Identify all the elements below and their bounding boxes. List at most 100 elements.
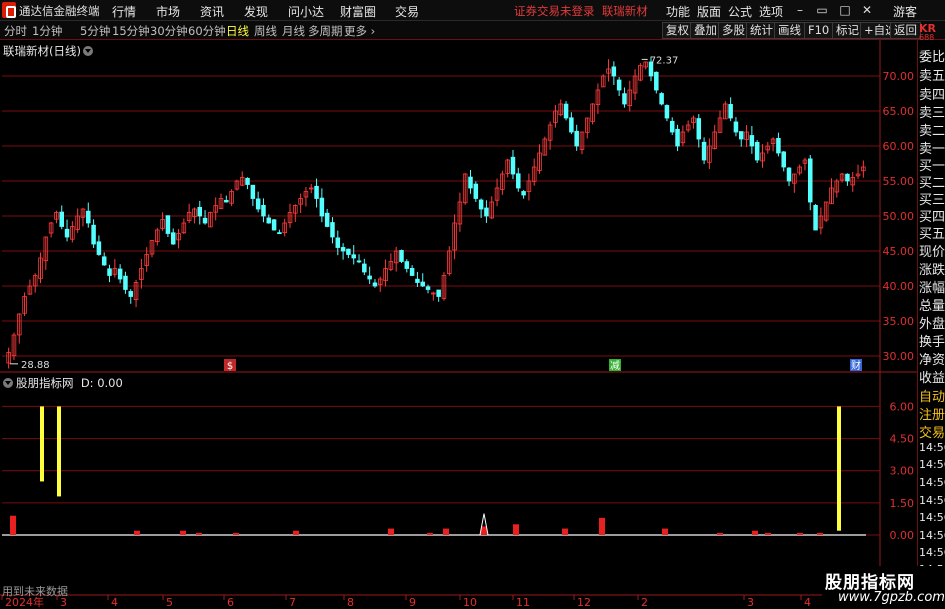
back-button[interactable]: 返回	[890, 22, 921, 39]
candle-body	[696, 118, 702, 140]
date-tick-label: 11	[516, 596, 530, 609]
candle-body	[372, 282, 378, 287]
candlestick-series	[6, 56, 866, 369]
quote-label: 净资	[919, 353, 945, 368]
price-tick-label: 70.00	[883, 70, 915, 83]
tick-time: 14:56	[919, 441, 945, 454]
candle-body	[170, 232, 176, 245]
candle-body	[420, 281, 425, 287]
candle-body	[754, 141, 760, 161]
indicator-red-bar	[388, 528, 394, 535]
period-1min[interactable]: 1分钟	[32, 23, 62, 39]
close-icon[interactable]: ✕	[860, 3, 874, 17]
date-tick-label: 6	[227, 596, 234, 609]
event-mark-text: 财	[851, 359, 861, 372]
menu-quotes[interactable]: 行情	[112, 3, 136, 20]
price-grid	[0, 40, 917, 596]
tick-time: 14:56	[919, 476, 945, 489]
period-15min[interactable]: 15分钟	[112, 23, 150, 39]
dropdown-icon	[3, 378, 13, 388]
period-more[interactable]: 更多 ›	[344, 23, 375, 39]
f10-button[interactable]: F10	[804, 22, 834, 39]
candle-body	[399, 250, 404, 262]
period-daily[interactable]: 日线	[226, 23, 249, 39]
maximize-icon[interactable]: □	[838, 3, 852, 17]
date-tick-label: 12	[577, 596, 591, 609]
period-60min[interactable]: 60分钟	[188, 23, 226, 39]
indicator-red-bar	[752, 530, 758, 535]
indicator-red-bar	[817, 532, 823, 535]
indicator-red-bar	[196, 532, 202, 535]
candle-body	[335, 237, 341, 248]
mark-button[interactable]: 标记	[832, 22, 863, 39]
date-tick-label: 5	[166, 596, 173, 609]
menu-market[interactable]: 市场	[156, 3, 180, 20]
menu-wealth[interactable]: 财富圈	[340, 3, 376, 20]
candle-body	[845, 173, 850, 182]
stock-period-label[interactable]: 联瑞新材(日线)	[3, 43, 93, 59]
candle-body	[409, 268, 415, 276]
dropdown-icon	[82, 46, 93, 56]
indicator-tick-label: 4.50	[890, 433, 915, 446]
candle-body	[473, 183, 479, 199]
tick-time: 14:56	[919, 511, 945, 524]
candle-body	[728, 104, 733, 119]
quote-label: 买五	[919, 227, 945, 242]
candle-body	[202, 217, 208, 224]
quote-label[interactable]: 自动	[919, 386, 945, 405]
date-tick-label: 10	[463, 596, 477, 609]
candle-body	[356, 260, 362, 263]
period-intraday[interactable]: 分时	[4, 23, 27, 39]
candle-body	[319, 197, 325, 217]
tick-time: 14:56	[919, 529, 945, 542]
candle-body	[749, 135, 755, 147]
overlay-button[interactable]: 叠加	[690, 22, 721, 39]
quote-label: 换手	[919, 335, 945, 350]
indicator-red-bar	[134, 530, 140, 535]
period-weekly[interactable]: 周线	[254, 23, 277, 39]
restore-rights-button[interactable]: 复权	[662, 22, 693, 39]
menu-ask[interactable]: 问小达	[288, 3, 324, 20]
indicator-red-bar	[481, 526, 487, 535]
period-monthly[interactable]: 月线	[282, 23, 305, 39]
kline-chart[interactable]: 70.0065.0060.0055.0050.0045.0040.0035.00…	[0, 40, 945, 609]
candle-body	[510, 156, 516, 175]
event-mark-text: $	[227, 361, 233, 372]
menu-layout[interactable]: 版面	[697, 3, 721, 20]
quote-label[interactable]: 交易	[919, 422, 945, 441]
period-30min[interactable]: 30分钟	[150, 23, 188, 39]
indicator-tick-label: 1.50	[890, 497, 915, 510]
statistics-button[interactable]: 统计	[746, 22, 777, 39]
quote-label: 卖四	[919, 88, 945, 103]
indicator-tick-label: 0.00	[890, 529, 915, 542]
candle-body	[96, 241, 102, 255]
candle-body	[314, 185, 319, 199]
candle-body	[701, 141, 707, 161]
menu-trade[interactable]: 交易	[395, 3, 419, 20]
restore-icon[interactable]: ▭	[815, 3, 829, 17]
indicator-red-bar	[765, 532, 771, 535]
draw-line-button[interactable]: 画线	[774, 22, 805, 39]
quote-label[interactable]: 注册	[919, 404, 945, 423]
indicator-red-bar	[662, 528, 668, 535]
menu-formula[interactable]: 公式	[728, 3, 752, 20]
menu-options[interactable]: 选项	[759, 3, 783, 20]
menu-news[interactable]: 资讯	[200, 3, 224, 20]
candle-body	[197, 206, 203, 217]
quote-label: 涨幅	[919, 281, 945, 296]
candle-body	[569, 117, 574, 133]
account-status[interactable]: 证券交易未登录 联瑞新材	[514, 3, 648, 19]
multi-stock-button[interactable]: 多股	[718, 22, 749, 39]
period-5min[interactable]: 5分钟	[80, 23, 110, 39]
candle-body	[776, 137, 781, 154]
menu-function[interactable]: 功能	[666, 3, 690, 20]
guest-login[interactable]: 游客	[893, 3, 917, 20]
quote-label: 现价	[919, 245, 945, 260]
menu-discover[interactable]: 发现	[244, 3, 268, 20]
candle-body	[616, 79, 622, 91]
period-multi[interactable]: 多周期	[308, 23, 343, 39]
candle-body	[123, 275, 128, 290]
minimize-icon[interactable]: –	[793, 3, 807, 17]
candle-body	[117, 268, 123, 280]
indicator-label[interactable]: 股朋指标网 D: 0.00	[3, 375, 123, 391]
